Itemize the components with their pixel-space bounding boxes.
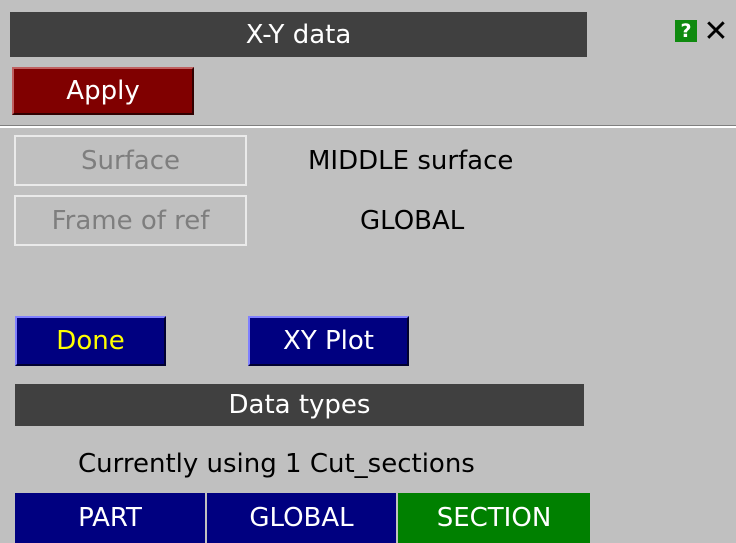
- surface-button[interactable]: Surface: [14, 135, 247, 186]
- window-title: X-Y data: [245, 19, 352, 50]
- done-button[interactable]: Done: [15, 316, 166, 366]
- frame-of-ref-value: GLOBAL: [360, 206, 465, 236]
- tab-global[interactable]: GLOBAL: [207, 493, 398, 543]
- data-types-header: Data types: [15, 384, 584, 426]
- help-button[interactable]: ?: [675, 20, 697, 42]
- surface-value: MIDDLE surface: [308, 146, 514, 176]
- xy-plot-button[interactable]: XY Plot: [248, 316, 409, 366]
- separator: [0, 125, 736, 128]
- window-title-bar: X-Y data: [10, 12, 587, 57]
- help-icon: ?: [680, 20, 692, 42]
- frame-of-ref-button[interactable]: Frame of ref: [14, 195, 247, 246]
- apply-button[interactable]: Apply: [12, 67, 194, 115]
- tab-part[interactable]: PART: [15, 493, 207, 543]
- close-icon: ✕: [703, 13, 729, 49]
- tab-section[interactable]: SECTION: [398, 493, 590, 543]
- close-button[interactable]: ✕: [702, 13, 730, 49]
- data-types-status: Currently using 1 Cut_sections: [78, 449, 475, 479]
